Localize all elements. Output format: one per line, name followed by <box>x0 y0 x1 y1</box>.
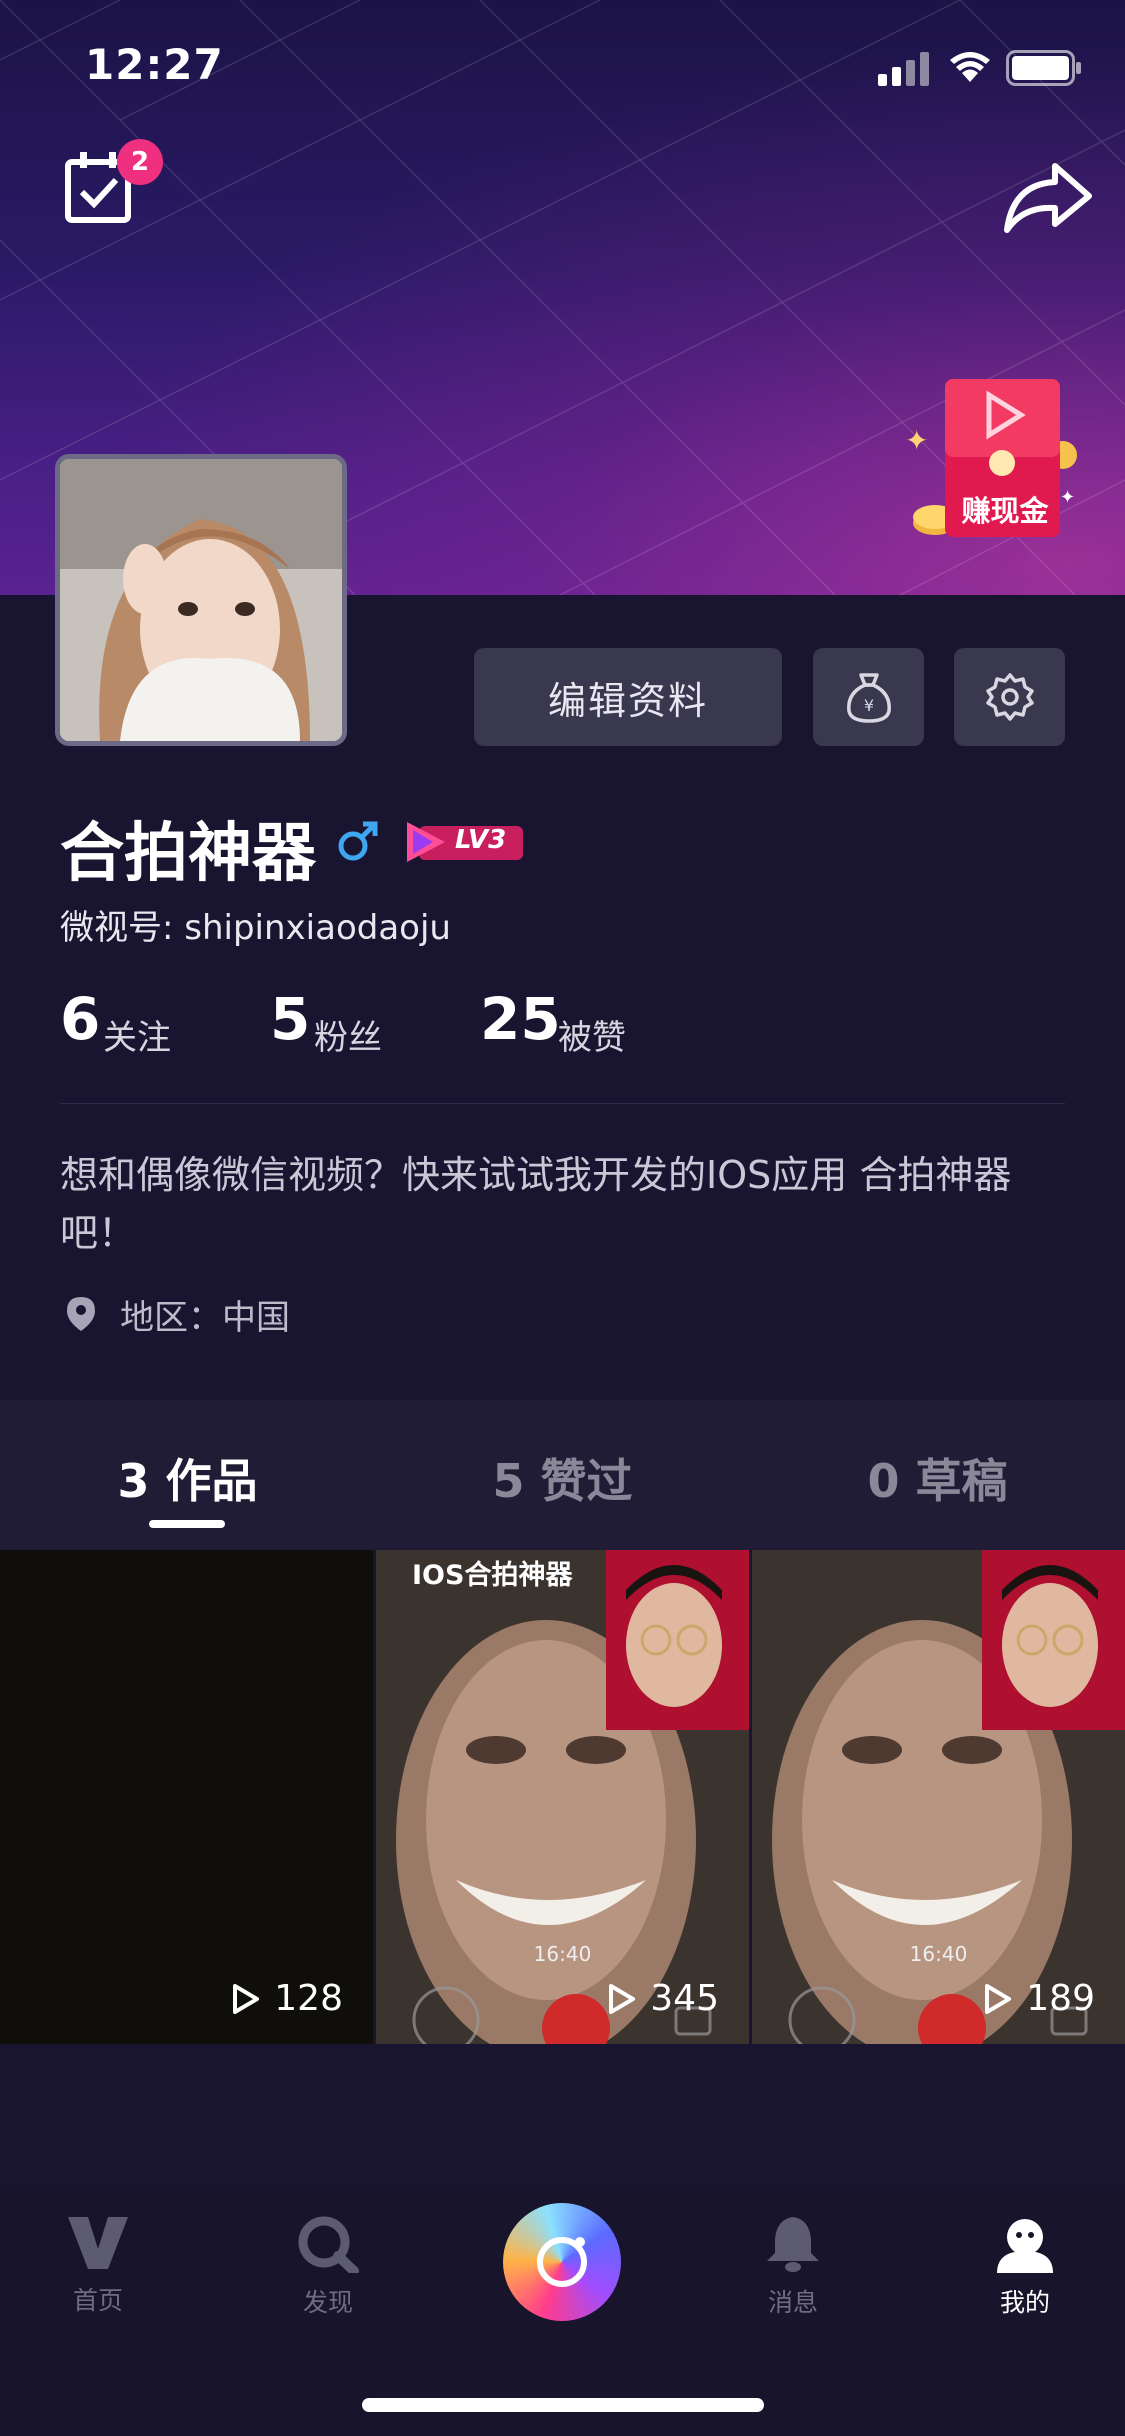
play-count-value: 345 <box>650 1978 719 2019</box>
play-count-value: 128 <box>274 1978 343 2019</box>
v-logo-icon <box>68 2217 128 2269</box>
likes-label[interactable]: 被赞 <box>558 1010 626 1059</box>
following-label[interactable]: 关注 <box>103 1010 171 1059</box>
camera-record-icon <box>537 2237 587 2287</box>
nav-me[interactable]: 我的 <box>965 2215 1085 2319</box>
notification-badge: 2 <box>117 139 163 185</box>
tab-active-indicator <box>149 1520 225 1528</box>
divider <box>60 1103 1065 1104</box>
level-text: LV3 <box>455 825 507 855</box>
video-tile[interactable]: 128 <box>0 1550 373 2044</box>
battery-icon <box>1006 50 1081 86</box>
following-count[interactable]: 6 <box>60 985 100 1053</box>
user-icon <box>997 2219 1053 2273</box>
tab-works[interactable]: 3 作品 <box>0 1445 375 1511</box>
video-time: 16:40 <box>909 1942 968 1966</box>
play-count-value: 189 <box>1026 1978 1095 2019</box>
profile-name: 合拍神器 <box>60 817 316 891</box>
fans-count[interactable]: 5 <box>270 985 310 1053</box>
home-indicator <box>362 2398 764 2412</box>
nav-home[interactable]: 首页 <box>38 2215 158 2317</box>
edit-profile-label: 编辑资料 <box>547 678 708 723</box>
male-gender-icon <box>338 821 378 861</box>
signal-icon <box>878 52 929 86</box>
edit-profile-button[interactable]: 编辑资料 <box>474 648 782 746</box>
nav-messages[interactable]: 消息 <box>733 2215 853 2319</box>
video-thumbnail <box>752 1550 1125 2044</box>
earn-cash-label: 赚现金 <box>961 494 1049 528</box>
svg-text:¥: ¥ <box>863 696 873 715</box>
nav-home-label: 首页 <box>72 2286 123 2315</box>
bell-icon <box>767 2217 819 2272</box>
play-icon <box>985 1983 1012 2014</box>
tab-liked[interactable]: 5 赞过 <box>375 1445 750 1511</box>
nav-discover[interactable]: 发现 <box>268 2215 388 2319</box>
nav-messages-label: 消息 <box>767 2288 818 2317</box>
wifi-icon <box>950 52 990 82</box>
nav-me-label: 我的 <box>999 2288 1050 2317</box>
share-icon[interactable] <box>1003 162 1093 234</box>
settings-button[interactable] <box>954 648 1065 746</box>
status-time: 12:27 <box>85 40 224 89</box>
play-icon <box>609 1983 636 2014</box>
play-count: 189 <box>984 1978 1095 2019</box>
search-icon <box>298 2216 359 2276</box>
location-pin-icon <box>67 1297 95 1331</box>
fans-label[interactable]: 粉丝 <box>314 1010 382 1059</box>
svg-text:✦: ✦ <box>905 424 928 457</box>
bio: 想和偶像微信视频？快来试试我开发的IOS应用 合拍神器 吧！ <box>60 1153 1012 1255</box>
tab-drafts[interactable]: 0 草稿 <box>750 1445 1125 1511</box>
video-tile[interactable]: 16:40 189 <box>752 1550 1125 2044</box>
likes-count[interactable]: 25 <box>480 985 561 1053</box>
play-count: 345 <box>608 1978 719 2019</box>
play-count: 128 <box>232 1978 343 2019</box>
avatar-photo <box>60 459 342 741</box>
weishi-id: 微视号: shipinxiaodaoju <box>60 908 451 948</box>
location-text: 地区：中国 <box>120 1298 290 1338</box>
wallet-button[interactable]: ¥ <box>813 648 924 746</box>
video-caption: IOS合拍神器 <box>412 1560 573 1591</box>
video-thumbnail <box>376 1550 749 2044</box>
gear-icon <box>985 673 1034 721</box>
video-tile[interactable]: IOS合拍神器 16:40 345 <box>376 1550 749 2044</box>
money-bag-icon: ¥ <box>846 673 891 723</box>
video-time: 16:40 <box>533 1942 592 1966</box>
avatar[interactable] <box>55 454 347 746</box>
play-icon <box>233 1983 260 2014</box>
nav-discover-label: 发现 <box>302 2288 353 2317</box>
